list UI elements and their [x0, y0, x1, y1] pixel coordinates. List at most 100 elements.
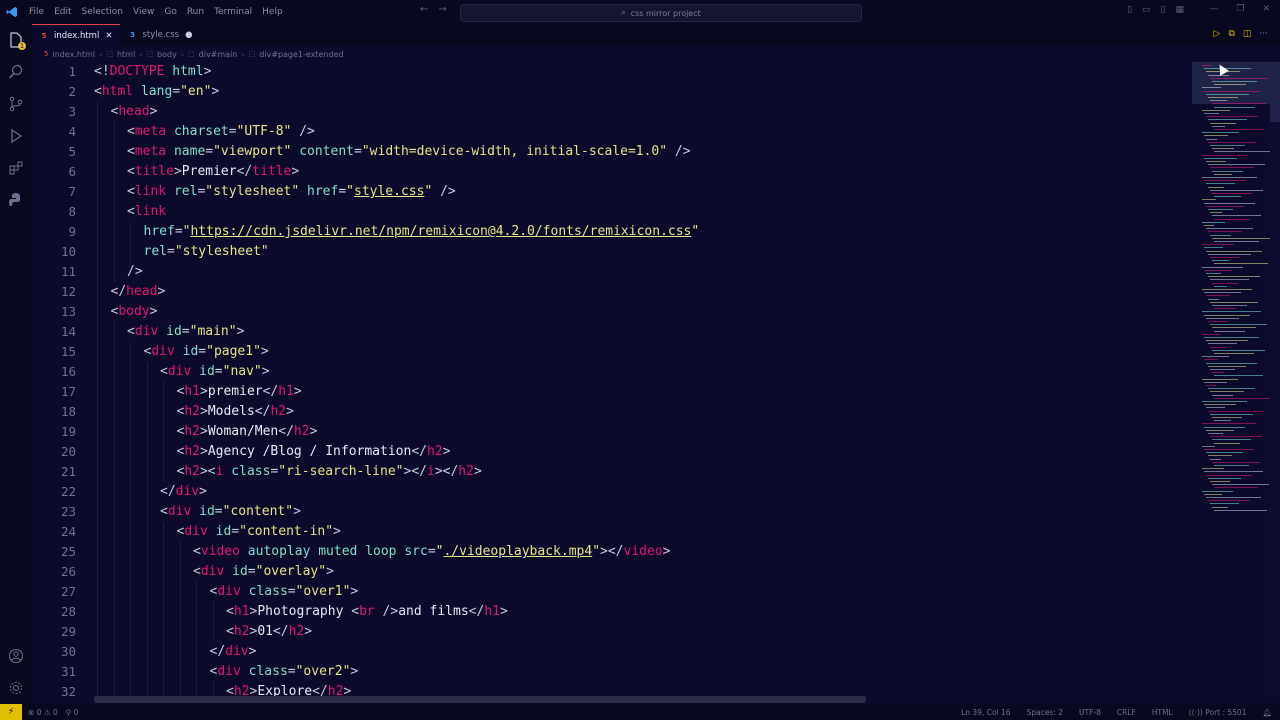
back-arrow-icon[interactable]: ← — [420, 4, 428, 15]
code-token: > — [203, 64, 212, 79]
code-line[interactable]: 11 /> — [32, 262, 1192, 282]
minimap[interactable] — [1192, 62, 1273, 522]
cursor-position[interactable]: Ln 39, Col 16 — [961, 708, 1010, 717]
menu-selection[interactable]: Selection — [77, 7, 128, 17]
code-token: = — [287, 664, 296, 679]
language-status[interactable]: HTML — [1152, 708, 1173, 717]
code-line[interactable]: 3 <head> — [32, 102, 1192, 122]
manage-gear-icon[interactable] — [0, 672, 32, 704]
indent-guide — [113, 602, 115, 622]
explorer-icon[interactable]: 1 — [0, 24, 32, 56]
code-editor[interactable]: 1 <!DOCTYPE html> 2 <html lang="en"> 3 <head>… — [32, 62, 1192, 696]
ports-status[interactable]: ⚲ 0 — [66, 708, 79, 717]
code-line[interactable]: 31 <div class="over2"> — [32, 662, 1192, 682]
close-tab-icon[interactable]: ✕ — [105, 31, 112, 41]
code-line[interactable]: 14 <div id="main"> — [32, 322, 1192, 342]
breadcrumb-item[interactable]: div#main — [199, 50, 238, 59]
restore-icon[interactable]: ❐ — [1236, 4, 1244, 14]
minimap-line — [1212, 305, 1247, 306]
close-window-icon[interactable]: ✕ — [1262, 4, 1270, 14]
code-line[interactable]: 21 <h2><i class="ri-search-line"></i></h2… — [32, 462, 1192, 482]
remote-icon[interactable]: ⚡ — [0, 704, 22, 720]
more-actions-icon[interactable]: ··· — [1259, 29, 1268, 39]
toggle-secondary-sidebar-icon[interactable]: ▯ — [1161, 5, 1166, 15]
unsaved-dot-icon[interactable]: ● — [185, 30, 192, 40]
account-icon[interactable] — [0, 640, 32, 672]
vertical-scrollbar[interactable] — [1270, 62, 1280, 696]
code-line[interactable]: 8 <link — [32, 202, 1192, 222]
open-changes-icon[interactable]: ⧉ — [1228, 29, 1234, 39]
indent-guide — [130, 682, 131, 696]
eol-status[interactable]: CRLF — [1117, 708, 1136, 717]
indent-guide — [146, 602, 148, 622]
run-debug-icon[interactable] — [0, 120, 32, 152]
code-line[interactable]: 18 <h2>Models</h2> — [32, 402, 1192, 422]
code-line[interactable]: 22 </div> — [32, 482, 1192, 502]
menu-run[interactable]: Run — [182, 7, 209, 17]
source-control-icon[interactable] — [0, 88, 32, 120]
code-line[interactable]: 27 <div class="over1"> — [32, 582, 1192, 602]
menu-terminal[interactable]: Terminal — [209, 7, 257, 17]
indentation-status[interactable]: Spaces: 2 — [1027, 708, 1063, 717]
code-line[interactable]: 30 </div> — [32, 642, 1192, 662]
minimap-line — [1204, 314, 1250, 316]
code-line[interactable]: 32 <h2>Explore</h2> — [32, 682, 1192, 696]
vertical-scrollbar-thumb[interactable] — [1270, 62, 1280, 122]
warning-icon: ⚠ — [43, 707, 51, 717]
code-line[interactable]: 17 <h1>premier</h1> — [32, 382, 1192, 402]
menu-edit[interactable]: Edit — [49, 7, 76, 17]
code-line[interactable]: 13 <body> — [32, 302, 1192, 322]
menu-help[interactable]: Help — [257, 7, 288, 17]
tab-index-html[interactable]: 5 index.html ✕ — [32, 23, 121, 47]
menu-file[interactable]: File — [24, 7, 49, 17]
extensions-icon[interactable] — [0, 152, 32, 184]
breadcrumb-item[interactable]: body — [157, 50, 177, 59]
toggle-sidebar-icon[interactable]: ▯ — [1127, 5, 1132, 15]
horizontal-scrollbar-thumb[interactable] — [94, 696, 866, 703]
code-line[interactable]: 16 <div id="nav"> — [32, 362, 1192, 382]
breadcrumb-item[interactable]: html — [117, 50, 135, 59]
toggle-panel-icon[interactable]: ▭ — [1142, 5, 1151, 15]
command-center-search[interactable]: ⌕ css mirror project — [460, 4, 862, 22]
run-file-icon[interactable]: ▷ — [1214, 29, 1221, 39]
breadcrumb-item[interactable]: index.html — [52, 50, 95, 59]
line-number: 19 — [60, 424, 76, 439]
code-line[interactable]: 23 <div id="content"> — [32, 502, 1192, 522]
code-line[interactable]: 7 <link rel="stylesheet" href="style.css"… — [32, 182, 1192, 202]
live-server-port[interactable]: ((·)) Port : 5501 — [1189, 708, 1247, 717]
breadcrumb-item[interactable]: div#page1-extended — [259, 50, 343, 59]
code-line[interactable]: 4 <meta charset="UTF-8" /> — [32, 122, 1192, 142]
search-sidebar-icon[interactable] — [0, 56, 32, 88]
code-line[interactable]: 9 href= "https://cdn.jsdelivr.net/npm/remi… — [32, 222, 1192, 242]
menu-view[interactable]: View — [128, 7, 159, 17]
notifications-bell-icon[interactable]: 🔔︎ — [1262, 708, 1272, 717]
minimap-line — [1208, 343, 1237, 345]
code-line[interactable]: 12 </head> — [32, 282, 1192, 302]
code-line[interactable]: 19 <h2>Woman/Men</h2> — [32, 422, 1192, 442]
minimap-line — [1206, 497, 1261, 498]
code-line[interactable]: 25 <video autoplay muted loop src="./vide… — [32, 542, 1192, 562]
encoding-status[interactable]: UTF-8 — [1079, 708, 1101, 717]
problems-status[interactable]: ⊗ 0 ⚠ 0 — [28, 708, 58, 717]
code-text: </head> — [111, 282, 166, 302]
minimize-icon[interactable]: — — [1209, 4, 1218, 14]
split-editor-icon[interactable]: ◫ — [1243, 29, 1252, 39]
menu-go[interactable]: Go — [159, 7, 181, 17]
code-line[interactable]: 15 <div id="page1"> — [32, 342, 1192, 362]
minimap-line — [1202, 401, 1247, 402]
code-text: <link rel="stylesheet" href="style.css" … — [127, 182, 456, 202]
code-line[interactable]: 20 <h2>Agency /Blog / Information</h2> — [32, 442, 1192, 462]
customize-layout-icon[interactable]: ▦ — [1175, 5, 1184, 15]
code-line[interactable]: 5 <meta name="viewport" content="width=de… — [32, 142, 1192, 162]
code-line[interactable]: 26 <div id="overlay"> — [32, 562, 1192, 582]
python-icon[interactable] — [0, 184, 32, 216]
code-line[interactable]: 10 rel="stylesheet" — [32, 242, 1192, 262]
code-line[interactable]: 24 <div id="content-in"> — [32, 522, 1192, 542]
code-line[interactable]: 28 <h1>Photography <br />and films</h1> — [32, 602, 1192, 622]
forward-arrow-icon[interactable]: → — [438, 4, 446, 15]
code-line[interactable]: 1 <!DOCTYPE html> — [32, 62, 1192, 82]
tab-style-css[interactable]: 3 style.css ● — [120, 24, 200, 46]
code-line[interactable]: 6 <title>Premier</title> — [32, 162, 1192, 182]
code-line[interactable]: 2 <html lang="en"> — [32, 82, 1192, 102]
code-line[interactable]: 29 <h2>01</h2> — [32, 622, 1192, 642]
